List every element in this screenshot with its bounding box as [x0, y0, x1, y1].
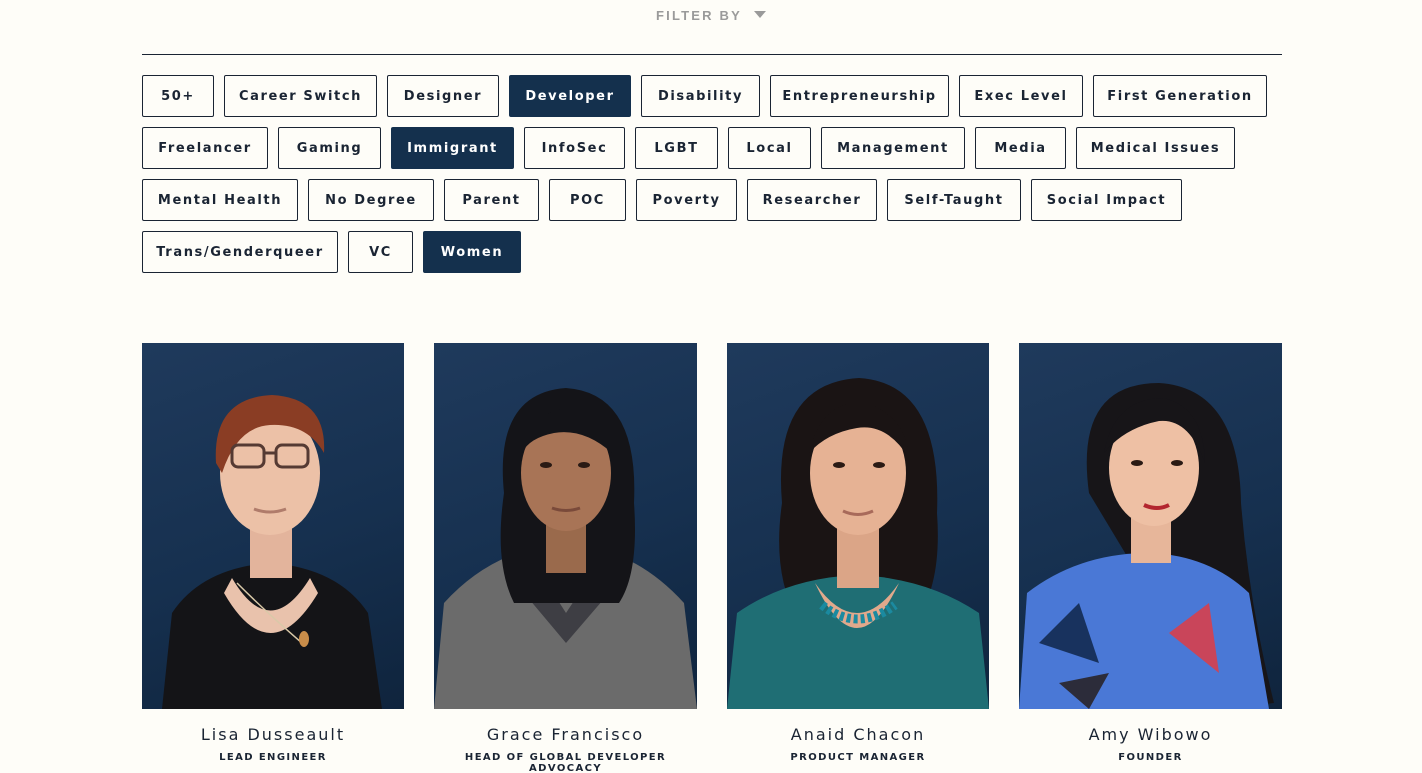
tag-row: Trans/Genderqueer VC Women	[142, 231, 1292, 273]
tag-50-plus[interactable]: 50+	[142, 75, 214, 117]
portrait-illustration	[1019, 383, 1274, 709]
person-role: LEAD ENGINEER	[219, 752, 327, 763]
tag-poc[interactable]: POC	[549, 179, 626, 221]
tag-self-taught[interactable]: Self-Taught	[887, 179, 1021, 221]
portrait-photo[interactable]	[434, 343, 697, 709]
portrait-photo[interactable]	[1019, 343, 1282, 709]
tag-row: 50+ Career Switch Designer Developer Dis…	[142, 75, 1292, 117]
person-role: PRODUCT MANAGER	[790, 752, 926, 763]
tag-lgbt[interactable]: LGBT	[635, 127, 718, 169]
tag-infosec[interactable]: InfoSec	[524, 127, 625, 169]
filter-tags: 50+ Career Switch Designer Developer Dis…	[142, 75, 1292, 283]
tag-social-impact[interactable]: Social Impact	[1031, 179, 1182, 221]
person-card[interactable]: Grace Francisco HEAD OF GLOBAL DEVELOPER…	[434, 343, 697, 773]
tag-entrepreneurship[interactable]: Entrepreneurship	[770, 75, 949, 117]
tag-row: Mental Health No Degree Parent POC Pover…	[142, 179, 1292, 221]
tag-media[interactable]: Media	[975, 127, 1066, 169]
tag-medical-issues[interactable]: Medical Issues	[1076, 127, 1235, 169]
people-grid: Lisa Dusseault LEAD ENGINEER Grace Franc…	[142, 343, 1282, 773]
tag-gaming[interactable]: Gaming	[278, 127, 381, 169]
portrait-photo[interactable]	[142, 343, 404, 709]
filter-by-toggle[interactable]: FILTER BY	[0, 8, 1422, 23]
tag-career-switch[interactable]: Career Switch	[224, 75, 377, 117]
person-role: FOUNDER	[1118, 752, 1183, 763]
tag-local[interactable]: Local	[728, 127, 811, 169]
person-card[interactable]: Lisa Dusseault LEAD ENGINEER	[142, 343, 404, 773]
tag-developer[interactable]: Developer	[509, 75, 631, 117]
tag-row: Freelancer Gaming Immigrant InfoSec LGBT…	[142, 127, 1292, 169]
person-name: Anaid Chacon	[790, 725, 926, 744]
divider	[142, 54, 1282, 55]
tag-mental-health[interactable]: Mental Health	[142, 179, 298, 221]
tag-no-degree[interactable]: No Degree	[308, 179, 434, 221]
person-name: Grace Francisco	[486, 725, 645, 744]
tag-researcher[interactable]: Researcher	[747, 179, 877, 221]
person-card[interactable]: Amy Wibowo FOUNDER	[1019, 343, 1282, 773]
tag-exec-level[interactable]: Exec Level	[959, 75, 1083, 117]
portrait-photo[interactable]	[727, 343, 989, 709]
portrait-illustration	[162, 395, 382, 709]
tag-disability[interactable]: Disability	[641, 75, 760, 117]
caret-down-icon	[754, 11, 766, 18]
tag-management[interactable]: Management	[821, 127, 965, 169]
portrait-illustration	[434, 388, 697, 709]
tag-immigrant[interactable]: Immigrant	[391, 127, 514, 169]
filter-by-label: FILTER BY	[656, 8, 742, 23]
tag-trans-genderqueer[interactable]: Trans/Genderqueer	[142, 231, 338, 273]
tag-vc[interactable]: VC	[348, 231, 413, 273]
tag-parent[interactable]: Parent	[444, 179, 539, 221]
tag-poverty[interactable]: Poverty	[636, 179, 737, 221]
page: FILTER BY 50+ Career Switch Designer Dev…	[0, 0, 1422, 773]
person-card[interactable]: Anaid Chacon PRODUCT MANAGER	[727, 343, 989, 773]
person-name: Lisa Dusseault	[200, 725, 346, 744]
tag-designer[interactable]: Designer	[387, 75, 499, 117]
person-name: Amy Wibowo	[1088, 725, 1213, 744]
tag-freelancer[interactable]: Freelancer	[142, 127, 268, 169]
tag-first-generation[interactable]: First Generation	[1093, 75, 1267, 117]
portrait-illustration	[727, 378, 989, 709]
person-role: HEAD OF GLOBAL DEVELOPER ADVOCACY	[464, 752, 667, 773]
tag-women[interactable]: Women	[423, 231, 521, 273]
